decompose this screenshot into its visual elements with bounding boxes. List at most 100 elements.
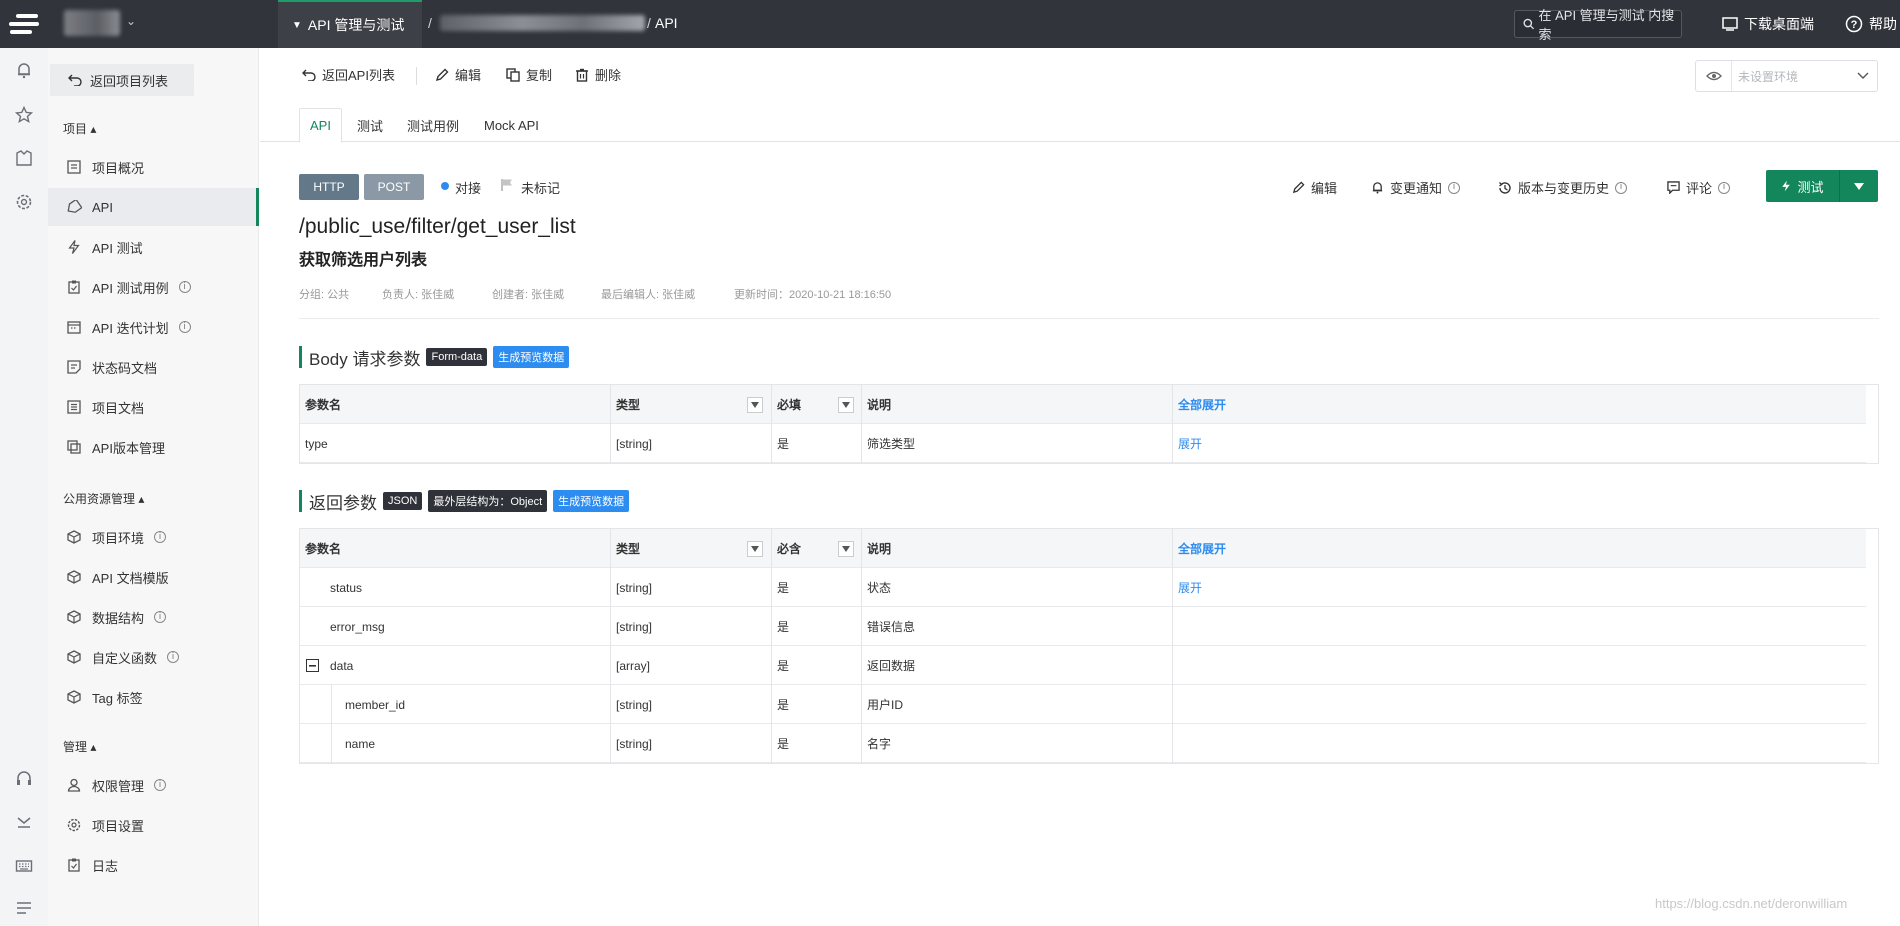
info-icon[interactable]: i <box>1718 181 1731 194</box>
api-status[interactable]: 对接 <box>455 178 481 197</box>
module-switcher[interactable]: ▼ API 管理与测试 <box>278 0 422 48</box>
keyboard-icon[interactable] <box>12 854 36 878</box>
sidebar-item-overview[interactable]: 项目概况 <box>48 148 259 186</box>
info-icon[interactable]: i <box>1448 181 1461 194</box>
param-type: [array] <box>611 646 772 685</box>
sidebar-item-api[interactable]: API <box>48 188 259 226</box>
comment-label: 评论 <box>1686 181 1713 196</box>
info-icon[interactable]: i <box>167 651 180 663</box>
sidebar-item-label: Tag 标签 <box>92 690 143 706</box>
collapse-toggle-icon[interactable] <box>306 659 319 672</box>
copy-button[interactable]: 复制 <box>506 65 552 84</box>
expand-link[interactable]: 展开 <box>1173 568 1733 607</box>
sidebar-item-tags[interactable]: Tag 标签 <box>48 678 259 716</box>
app-logo[interactable] <box>0 0 48 48</box>
sidebar-item-log[interactable]: 日志 <box>48 846 259 884</box>
api-edit-button[interactable]: 编辑 <box>1292 178 1337 197</box>
sidebar-item-project-settings[interactable]: 项目设置 <box>48 806 259 844</box>
param-required: 是 <box>772 724 862 763</box>
tab-test[interactable]: 测试 <box>347 108 393 143</box>
run-test-button[interactable]: 测试 <box>1766 170 1878 202</box>
star-icon[interactable] <box>12 103 36 127</box>
info-icon[interactable]: i <box>154 779 167 791</box>
tab-testcase[interactable]: 测试用例 <box>397 108 469 143</box>
version-history-button[interactable]: 版本与变更历史 i <box>1498 178 1628 197</box>
nav-group-manage[interactable]: 管理 ▴ <box>63 738 96 755</box>
api-mark[interactable]: 未标记 <box>521 178 560 197</box>
back-to-projects-button[interactable]: 返回项目列表 <box>50 64 194 96</box>
tab-mock-api[interactable]: Mock API <box>474 108 549 143</box>
breadcrumb-api[interactable]: API <box>655 15 678 31</box>
table-row[interactable]: data [array] 是 返回数据 <box>300 646 1866 685</box>
sidebar-item-data-structure[interactable]: 数据结构 i <box>48 598 259 636</box>
info-icon[interactable]: i <box>1615 181 1628 194</box>
param-required: 是 <box>772 568 862 607</box>
status-dot-icon <box>441 182 449 190</box>
generate-preview-button[interactable]: 生成预览数据 <box>493 346 570 368</box>
expand-link[interactable]: 展开 <box>1173 424 1733 463</box>
sidebar-item-custom-function[interactable]: 自定义函数 i <box>48 638 259 676</box>
info-icon[interactable]: i <box>154 531 167 543</box>
environment-select[interactable]: 未设置环境 <box>1695 60 1878 92</box>
delete-button[interactable]: 删除 <box>575 65 621 84</box>
meta-last-editor: 最后编辑人: 张佳威 <box>601 289 696 301</box>
table-row[interactable]: name [string] 是 名字 <box>300 724 1866 763</box>
sidebar-item-project-doc[interactable]: 项目文档 <box>48 388 259 426</box>
sidebar-item-label: 自定义函数 <box>92 650 158 666</box>
sidebar-item-label: 状态码文档 <box>92 360 158 376</box>
menu-icon[interactable] <box>12 896 36 920</box>
tab-api[interactable]: API <box>299 108 342 143</box>
table-row[interactable]: member_id [string] 是 用户ID <box>300 685 1866 724</box>
back-to-api-list-button[interactable]: 返回API列表 <box>302 65 395 84</box>
api-edit-label: 编辑 <box>1311 181 1338 196</box>
bell-icon <box>1372 182 1383 194</box>
nav-group-public[interactable]: 公用资源管理 ▴ <box>63 490 144 507</box>
expand-all-link[interactable]: 全部展开 <box>1173 529 1733 568</box>
expand-all-link[interactable]: 全部展开 <box>1173 385 1733 424</box>
info-icon[interactable]: i <box>154 611 167 623</box>
eye-icon[interactable] <box>1696 61 1732 91</box>
flag-icon[interactable] <box>500 178 514 192</box>
help-button[interactable]: ? 帮助 <box>1845 14 1897 34</box>
info-icon[interactable]: i <box>178 321 191 333</box>
col-header-type: 类型 <box>611 385 772 424</box>
project-avatar-blurred[interactable] <box>64 10 120 36</box>
download-desktop-button[interactable]: 下载桌面端 <box>1722 14 1814 34</box>
collapse-down-icon[interactable] <box>12 810 36 834</box>
generate-preview-button[interactable]: 生成预览数据 <box>553 490 630 512</box>
comment-icon <box>1667 181 1680 194</box>
table-row[interactable]: error_msg [string] 是 错误信息 <box>300 607 1866 646</box>
chevron-down-icon[interactable]: ⌄ <box>126 14 136 28</box>
filter-icon[interactable] <box>747 541 763 557</box>
shirt-icon[interactable] <box>12 146 36 170</box>
table-row[interactable]: type [string] 是 筛选类型 展开 <box>300 424 1866 463</box>
sidebar-item-label: API 测试 <box>92 240 143 256</box>
breadcrumb-project-blurred[interactable] <box>440 15 645 31</box>
change-notify-button[interactable]: 变更通知 i <box>1371 178 1461 197</box>
edit-button[interactable]: 编辑 <box>435 65 481 84</box>
sidebar-item-environment[interactable]: 项目环境 i <box>48 518 259 556</box>
sidebar-item-api-test[interactable]: API 测试 <box>48 228 259 266</box>
sidebar-item-api-version[interactable]: API版本管理 <box>48 428 259 466</box>
sidebar-item-status-code[interactable]: 状态码文档 <box>48 348 259 386</box>
caret-down-icon[interactable] <box>1840 182 1878 190</box>
gear-icon[interactable] <box>12 190 36 214</box>
headset-icon[interactable] <box>12 766 36 790</box>
global-search-input[interactable]: 在 API 管理与测试 内搜索 <box>1514 8 1682 42</box>
sidebar-item-doc-template[interactable]: API 文档模版 <box>48 558 259 596</box>
filter-icon[interactable] <box>747 397 763 413</box>
bell-icon[interactable] <box>12 58 36 82</box>
run-test-main[interactable]: 测试 <box>1766 170 1840 202</box>
table-row[interactable]: status [string] 是 状态 展开 <box>300 568 1866 607</box>
filter-icon[interactable] <box>838 541 854 557</box>
filter-icon[interactable] <box>838 397 854 413</box>
nav-group-project[interactable]: 项目 ▴ <box>63 120 96 137</box>
meta-updated: 更新时间：2020-10-21 18:16:50 <box>734 289 892 301</box>
format-badge: JSON <box>383 492 423 510</box>
sidebar-item-api-plan[interactable]: API 迭代计划 i <box>48 308 259 346</box>
sidebar-item-api-testcase[interactable]: API 测试用例 i <box>48 268 259 306</box>
info-icon[interactable]: i <box>178 281 191 293</box>
sidebar-item-permissions[interactable]: 权限管理 i <box>48 766 259 804</box>
comment-button[interactable]: 评论 i <box>1667 178 1731 197</box>
api-tabs: API 测试 测试用例 Mock API <box>260 104 1900 143</box>
